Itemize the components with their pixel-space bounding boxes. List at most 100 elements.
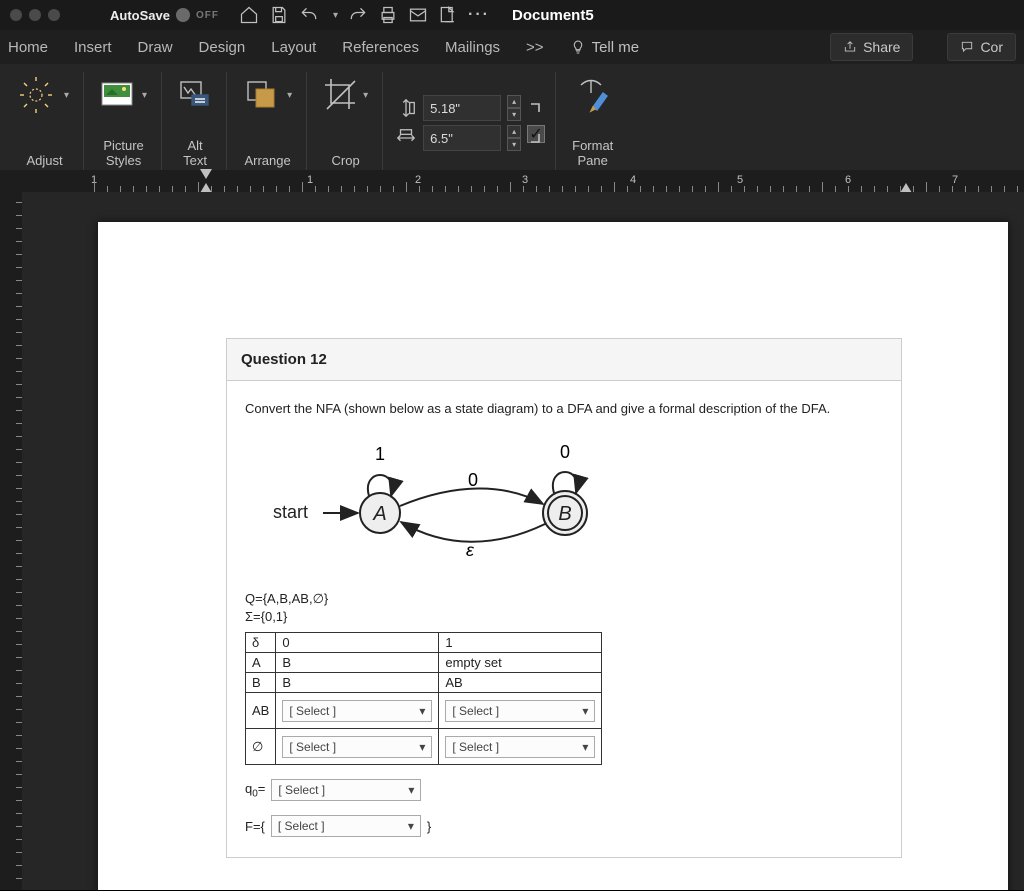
canvas[interactable]: Question 12 Convert the NFA (shown below… xyxy=(22,192,1024,890)
redo-icon[interactable] xyxy=(348,5,368,25)
tabs-overflow[interactable]: >> xyxy=(526,39,544,56)
question-header: Question 12 xyxy=(226,338,902,381)
picture-styles-label: Picture Styles xyxy=(103,139,143,170)
ribbon-dimensions: 5.18" ▴▾ ✓ 6.5" ▴▾ xyxy=(385,72,556,170)
ribbon-crop[interactable]: ▾ Crop xyxy=(309,72,383,170)
undo-icon[interactable] xyxy=(299,5,319,25)
table-row: AB [ Select ]▾ [ Select ]▾ xyxy=(246,693,602,729)
minimize-window-icon[interactable] xyxy=(29,9,41,21)
format-pane-icon xyxy=(573,77,613,113)
svg-text:0: 0 xyxy=(560,442,570,462)
ruler-num: 1 xyxy=(307,174,313,186)
ribbon-adjust[interactable]: ▾ Adjust xyxy=(6,72,84,170)
height-icon xyxy=(395,97,417,119)
autosave-label: AutoSave xyxy=(110,8,170,23)
tab-layout[interactable]: Layout xyxy=(271,39,316,56)
arrange-icon xyxy=(243,77,283,113)
sigma-set: Σ={0,1} xyxy=(245,609,883,624)
chevron-down-icon[interactable]: ▾ xyxy=(142,90,147,101)
crop-label: Crop xyxy=(332,154,360,170)
ruler-num: 3 xyxy=(522,174,528,186)
comment-icon xyxy=(960,40,974,54)
crop-icon xyxy=(323,77,359,113)
ribbon-alt-text[interactable]: Alt Text xyxy=(164,72,227,170)
mail-icon[interactable] xyxy=(408,5,428,25)
height-input[interactable]: 5.18" xyxy=(423,95,501,121)
ribbon-format-pane[interactable]: Format Pane xyxy=(558,72,627,170)
open-in-app-icon[interactable] xyxy=(438,5,458,25)
tab-mailings[interactable]: Mailings xyxy=(445,39,500,56)
ruler-num: 4 xyxy=(630,174,636,186)
chevron-down-icon: ▾ xyxy=(408,819,414,833)
width-input[interactable]: 6.5" xyxy=(423,125,501,151)
close-window-icon[interactable] xyxy=(10,9,22,21)
cell-head-0: 0 xyxy=(276,633,439,653)
chevron-down-icon[interactable]: ▾ xyxy=(363,90,368,101)
chevron-down-icon: ▾ xyxy=(582,740,588,754)
select-f[interactable]: [ Select ]▾ xyxy=(271,815,421,837)
first-line-indent-marker[interactable] xyxy=(200,169,212,179)
save-icon[interactable] xyxy=(269,5,289,25)
home-icon[interactable] xyxy=(239,5,259,25)
window-controls xyxy=(10,9,60,21)
document-title: Document5 xyxy=(512,7,594,24)
more-icon[interactable]: ··· xyxy=(468,6,490,24)
autosave-toggle-icon[interactable] xyxy=(176,8,190,22)
comments-button[interactable]: Cor xyxy=(947,33,1016,61)
arrange-label: Arrange xyxy=(244,154,290,170)
height-stepper[interactable]: ▴▾ xyxy=(507,95,521,121)
tab-home[interactable]: Home xyxy=(8,39,48,56)
select-ab-1[interactable]: [ Select ]▾ xyxy=(445,700,595,722)
ribbon: ▾ Adjust ▾ Picture Styles Alt Text ▾ Arr… xyxy=(0,64,1024,170)
comments-label: Cor xyxy=(980,39,1003,55)
autosave-toggle[interactable]: AutoSave OFF xyxy=(110,8,219,23)
corner-bottom-right-icon xyxy=(527,130,543,146)
q0-row: q0= [ Select ]▾ xyxy=(245,779,883,801)
svg-text:B: B xyxy=(558,503,571,525)
share-button[interactable]: Share xyxy=(830,33,913,61)
ruler-num: 7 xyxy=(952,174,958,186)
select-q0[interactable]: [ Select ]▾ xyxy=(271,779,421,801)
svg-text:A: A xyxy=(372,503,386,525)
page[interactable]: Question 12 Convert the NFA (shown below… xyxy=(98,222,1008,890)
tell-me[interactable]: Tell me xyxy=(570,39,640,56)
print-icon[interactable] xyxy=(378,5,398,25)
chevron-down-icon[interactable]: ▾ xyxy=(64,90,69,101)
tab-references[interactable]: References xyxy=(342,39,419,56)
select-empty-0[interactable]: [ Select ]▾ xyxy=(282,736,432,758)
picture-icon xyxy=(100,79,138,111)
corner-top-right-icon xyxy=(527,100,543,116)
ribbon-picture-styles[interactable]: ▾ Picture Styles xyxy=(86,72,162,170)
table-row: ∅ [ Select ]▾ [ Select ]▾ xyxy=(246,729,602,765)
nfa-diagram: start A 1 B 0 xyxy=(245,438,605,568)
width-icon xyxy=(395,127,417,149)
ribbon-tabs: Home Insert Draw Design Layout Reference… xyxy=(0,30,1024,64)
tab-draw[interactable]: Draw xyxy=(138,39,173,56)
maximize-window-icon[interactable] xyxy=(48,9,60,21)
format-pane-label: Format Pane xyxy=(572,139,613,170)
select-empty-1[interactable]: [ Select ]▾ xyxy=(445,736,595,758)
ruler-vertical[interactable] xyxy=(0,192,22,890)
width-stepper[interactable]: ▴▾ xyxy=(507,125,521,151)
ruler-horizontal[interactable]: 1 1 2 3 4 5 6 7 xyxy=(0,170,1024,192)
q-set: Q={A,B,AB,∅} xyxy=(245,591,883,607)
f-row: F={ [ Select ]▾ } xyxy=(245,815,883,837)
tab-insert[interactable]: Insert xyxy=(74,39,112,56)
question-body: Convert the NFA (shown below as a state … xyxy=(226,381,902,858)
chevron-down-icon: ▾ xyxy=(582,704,588,718)
work-area: Question 12 Convert the NFA (shown below… xyxy=(0,192,1024,890)
ribbon-arrange[interactable]: ▾ Arrange xyxy=(229,72,307,170)
sun-icon xyxy=(20,75,60,115)
chevron-down-icon[interactable]: ▾ xyxy=(287,90,292,101)
start-label: start xyxy=(273,502,308,522)
document-content: Question 12 Convert the NFA (shown below… xyxy=(226,338,902,858)
svg-text:ε: ε xyxy=(466,540,475,560)
select-ab-0[interactable]: [ Select ]▾ xyxy=(282,700,432,722)
undo-dropdown-icon[interactable]: ▾ xyxy=(333,10,338,21)
chevron-down-icon: ▾ xyxy=(419,704,425,718)
cell-delta: δ xyxy=(246,633,276,653)
ruler-num: 5 xyxy=(737,174,743,186)
lightbulb-icon xyxy=(570,39,586,55)
tab-design[interactable]: Design xyxy=(199,39,246,56)
tell-me-label: Tell me xyxy=(592,39,640,56)
